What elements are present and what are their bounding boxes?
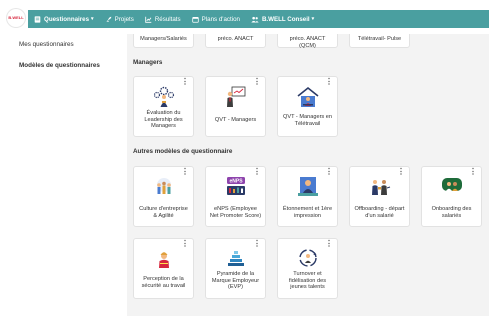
template-card-culture[interactable]: ⋮ Culture d'entreprise & Agilité <box>133 166 194 227</box>
team-culture-icon <box>156 178 171 194</box>
turnover-icon <box>298 249 317 267</box>
template-card-label: préco. ANACT (QCM) <box>289 36 326 49</box>
main-nav: Questionnaires ▾ Projets Résultats Plans… <box>28 10 489 28</box>
sidebar-item-modeles[interactable]: Modèles de questionnaires <box>19 62 100 69</box>
pyramid-icon <box>227 251 244 266</box>
nav-resultats-label: Résultats <box>154 15 181 23</box>
template-card-label: Perception de la sécurité au travail <box>141 276 186 289</box>
template-card[interactable]: ⋮ préco. ANACT (QCM) <box>277 34 338 49</box>
section-title-autres: Autres modèles de questionnaire <box>133 148 233 155</box>
sidebar: Mes questionnaires Modèles de questionna… <box>0 34 127 316</box>
users-icon <box>251 16 259 22</box>
template-card-label: Étonnement et 1ère impression <box>282 206 333 219</box>
more-icon[interactable]: ⋮ <box>325 168 333 176</box>
chevron-down-icon: ▾ <box>311 16 315 22</box>
more-icon[interactable]: ⋮ <box>181 168 189 176</box>
nav-resultats[interactable]: Résultats <box>145 10 181 28</box>
sidebar-item-mes-questionnaires[interactable]: Mes questionnaires <box>19 41 74 48</box>
brand-logo[interactable]: B.WELL <box>7 9 25 27</box>
template-card-label: Télétravail- Pulse <box>357 36 402 42</box>
rocket-icon <box>105 16 111 22</box>
section-title-managers: Managers <box>133 59 163 66</box>
template-card-qvt-teletravail[interactable]: ⋮ QVT - Managers en Télétravail <box>277 76 338 137</box>
nav-plans[interactable]: Plans d'action <box>191 10 240 28</box>
astonished-icon <box>297 177 318 196</box>
more-icon[interactable]: ⋮ <box>325 78 333 86</box>
enps-icon: eNPS <box>226 177 245 195</box>
more-icon[interactable]: ⋮ <box>253 78 261 86</box>
template-card-label: QVT - Managers <box>214 117 257 123</box>
enps-badge-text: eNPS <box>229 178 243 184</box>
calendar-icon <box>191 16 199 23</box>
nav-projets[interactable]: Projets <box>105 10 134 28</box>
template-card-label: Turnover et fidélisation des jeunes tale… <box>288 271 326 291</box>
more-icon[interactable]: ⋮ <box>325 240 333 248</box>
template-card-securite[interactable]: ⋮ Perception de la sécurité au travail <box>133 238 194 299</box>
template-card-label: Onboarding des salariés <box>431 206 472 219</box>
template-card-label: préco. ANACT <box>217 36 254 42</box>
safety-icon <box>158 252 169 268</box>
template-card-enps[interactable]: ⋮ eNPS eNPS (Employee Net Promoter Score… <box>205 166 266 227</box>
nav-account-label: B.WELL Conseil <box>261 15 310 23</box>
templates-area: ⋮ Managers/Salariés ⋮ préco. ANACT ⋮ pré… <box>127 34 489 316</box>
more-icon[interactable]: ⋮ <box>181 240 189 248</box>
template-card-label: eNPS (Employee Net Promoter Score) <box>209 206 262 219</box>
template-card[interactable]: ⋮ Télétravail- Pulse <box>349 34 410 48</box>
more-icon[interactable]: ⋮ <box>253 168 261 176</box>
more-icon[interactable]: ⋮ <box>181 78 189 86</box>
template-card-label: Pyramide de la Marque Employeur (EVP) <box>211 271 260 291</box>
nav-projets-label: Projets <box>114 15 134 23</box>
template-card-offboarding[interactable]: ⋮ Offboarding - départ d'un salarié <box>349 166 410 227</box>
template-card-label: QVT - Managers en Télétravail <box>282 114 333 127</box>
manager-board-icon <box>226 86 245 107</box>
form-icon <box>34 15 41 23</box>
template-card-leadership[interactable]: ⋮ Évaluation du Leadership des Managers <box>133 76 194 137</box>
home-office-icon <box>297 86 318 107</box>
template-card[interactable]: ⋮ préco. ANACT <box>205 34 266 48</box>
template-card-etonnement[interactable]: ⋮ Étonnement et 1ère impression <box>277 166 338 227</box>
more-icon[interactable]: ⋮ <box>253 240 261 248</box>
template-card-label: Culture d'entreprise & Agilité <box>139 206 188 219</box>
more-icon[interactable]: ⋮ <box>469 168 477 176</box>
chevron-down-icon: ▾ <box>91 16 94 22</box>
chart-icon <box>145 16 152 23</box>
offboarding-icon <box>371 180 390 195</box>
template-card-onboarding[interactable]: ⋮ Onboarding des salariés <box>421 166 482 227</box>
nav-questionnaires[interactable]: Questionnaires ▾ <box>34 10 94 28</box>
template-card-turnover[interactable]: ⋮ Turnover et fidélisation des jeunes ta… <box>277 238 338 299</box>
leader-gears-icon <box>153 86 174 107</box>
nav-questionnaires-label: Questionnaires <box>44 15 90 23</box>
template-card-label: Managers/Salariés <box>140 36 187 42</box>
top-bar: B.WELL Questionnaires ▾ Projets Résultat… <box>0 0 489 34</box>
nav-plans-label: Plans d'action <box>201 15 240 23</box>
nav-account[interactable]: B.WELL Conseil ▾ <box>251 10 314 28</box>
onboarding-icon <box>441 178 462 191</box>
template-card-qvt-managers[interactable]: ⋮ QVT - Managers <box>205 76 266 137</box>
template-card[interactable]: ⋮ Managers/Salariés <box>133 34 194 48</box>
template-card-pyramide[interactable]: ⋮ Pyramide de la Marque Employeur (EVP) <box>205 238 266 299</box>
more-icon[interactable]: ⋮ <box>397 168 405 176</box>
template-card-label: Évaluation du Leadership des Managers <box>144 110 183 130</box>
template-card-label: Offboarding - départ d'un salarié <box>354 206 405 219</box>
